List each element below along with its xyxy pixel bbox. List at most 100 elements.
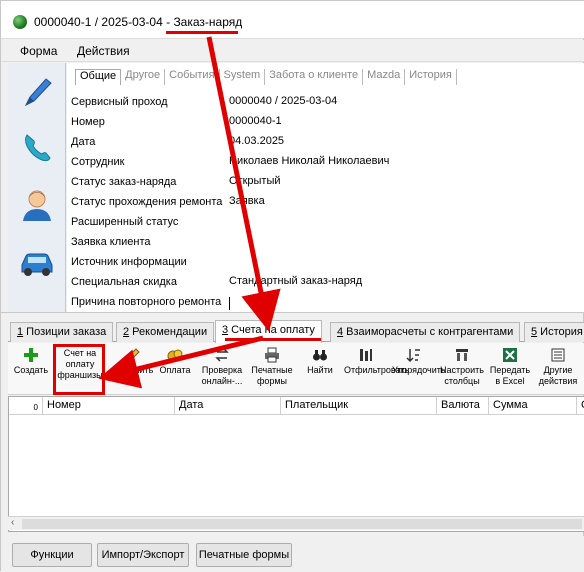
horizontal-scrollbar[interactable]: ‹ — [8, 516, 584, 530]
prop-value[interactable]: 0000040 / 2025-03-04 — [229, 95, 337, 107]
prop-label: Причина повторного ремонта — [71, 296, 222, 308]
tab-label: Рекомендации — [129, 326, 208, 338]
app-status-icon — [13, 15, 27, 29]
prop-value[interactable]: 0000040-1 — [229, 115, 282, 127]
grid-header[interactable]: Валюта — [437, 397, 489, 415]
scroll-left-arrow[interactable]: ‹ — [11, 517, 14, 528]
sort-icon — [406, 349, 420, 363]
export-excel-label: Передать в Excel — [489, 365, 531, 386]
tab-system[interactable]: System — [220, 69, 266, 85]
prop-label: Расширенный статус — [71, 216, 179, 228]
prop-value-input[interactable] — [229, 297, 230, 310]
columns-icon — [456, 349, 468, 361]
title-bar: 0000040-1 / 2025-03-04 - Заказ-наряд — [1, 1, 584, 39]
prop-label: Номер — [71, 116, 105, 128]
pen-icon[interactable] — [18, 73, 56, 111]
find-label: Найти — [307, 365, 333, 375]
printer-icon — [265, 347, 279, 363]
menu-bar: Форма Действия — [1, 40, 584, 62]
car-icon[interactable] — [18, 243, 56, 281]
grid-header[interactable]: Номер — [43, 397, 175, 415]
tab-order-items[interactable]: 1 Позиции заказа — [10, 322, 114, 342]
prop-row: Источник информации — [71, 253, 584, 273]
other-actions-label: Другие действия — [538, 365, 578, 386]
prop-label: Заявка клиента — [71, 236, 151, 248]
coins-icon — [167, 349, 183, 362]
other-actions-button[interactable]: Другие действия — [536, 343, 580, 393]
invoices-grid[interactable]: 0 Номер Дата Плательщик Валюта Сумма С — [8, 396, 584, 532]
check-online-button[interactable]: Проверка онлайн-... — [198, 343, 246, 393]
filter-icon — [360, 349, 372, 361]
prop-label: Сотрудник — [71, 156, 125, 168]
check-online-label: Проверка онлайн-... — [201, 365, 243, 386]
window: 0000040-1 / 2025-03-04 - Заказ-наряд Фор… — [0, 0, 584, 572]
create-button[interactable]: Создать — [10, 343, 52, 393]
tab-events[interactable]: События — [165, 69, 220, 85]
tab-settlements[interactable]: 4 Взаиморасчеты с контрагентами — [330, 322, 521, 342]
tab-label: Взаиморасчеты с контрагентами — [343, 326, 514, 338]
prop-row: Статус заказ-наряда Открытый — [71, 173, 584, 193]
list-icon — [551, 348, 565, 362]
edit-label: Изменить — [112, 365, 154, 375]
sort-button[interactable]: Упорядочить — [392, 343, 446, 393]
filter-button[interactable]: Отфильтровать — [344, 343, 409, 393]
prop-value[interactable]: Заявка — [229, 195, 265, 207]
menu-actions[interactable]: Действия — [77, 44, 130, 58]
print-forms-bottom-button[interactable]: Печатные формы — [196, 543, 292, 567]
configure-columns-button[interactable]: Настроить столбцы — [440, 343, 484, 393]
edit-button[interactable]: Изменить — [112, 343, 154, 393]
properties-tabs: Общие Другое События System Забота о кли… — [75, 69, 457, 85]
prop-value[interactable]: Николаев Николай Николаевич — [229, 155, 389, 167]
person-icon[interactable] — [18, 186, 56, 224]
tab-highlight-underline — [225, 338, 321, 341]
grid-header[interactable]: С — [577, 397, 584, 415]
payment-button[interactable]: Оплата — [156, 343, 194, 393]
sort-label: Упорядочить — [392, 365, 446, 375]
tab-recommendations[interactable]: 2 Рекомендации — [116, 322, 215, 342]
prop-row: Номер 0000040-1 — [71, 113, 584, 133]
title-kind: Заказ-наряд — [173, 15, 243, 29]
prop-row: Расширенный статус — [71, 213, 584, 233]
grid-header[interactable]: Сумма — [489, 397, 577, 415]
grid-row-indicator: 0 — [9, 397, 43, 415]
tab-label: Счета на оплату — [228, 324, 315, 336]
prop-value[interactable]: Открытый — [229, 175, 281, 187]
grid-header[interactable]: Дата — [175, 397, 281, 415]
prop-value[interactable]: Стандартный заказ-наряд — [229, 275, 362, 287]
prop-row: Специальная скидка Стандартный заказ-наря… — [71, 273, 584, 293]
title-number: 0000040-1 / 2025-03-04 - — [34, 15, 174, 29]
functions-button[interactable]: Функции — [12, 543, 92, 567]
export-excel-button[interactable]: Передать в Excel — [488, 343, 532, 393]
payment-label: Оплата — [159, 365, 191, 375]
prop-label: Статус прохождения ремонта — [71, 196, 223, 208]
prop-row: Дата 04.03.2025 — [71, 133, 584, 153]
properties-panel: Общие Другое События System Забота о кли… — [67, 63, 584, 313]
prop-row: Заявка клиента — [71, 233, 584, 253]
scroll-thumb[interactable] — [22, 519, 582, 529]
prop-row: Статус прохождения ремонта Заявка — [71, 193, 584, 213]
find-button[interactable]: Найти — [300, 343, 340, 393]
tab-history[interactable]: История — [405, 69, 457, 85]
left-icon-rail — [8, 63, 66, 313]
tab-label: История з — [540, 326, 584, 338]
divider — [1, 312, 584, 313]
excel-icon — [503, 348, 517, 362]
phone-icon[interactable] — [18, 129, 56, 167]
tab-general[interactable]: Общие — [75, 69, 122, 85]
import-export-button[interactable]: Импорт/Экспорт — [97, 543, 189, 567]
prop-label: Источник информации — [71, 256, 187, 268]
menu-form[interactable]: Форма — [20, 44, 57, 58]
tab-mazda[interactable]: Mazda — [363, 69, 406, 85]
tab-history-z[interactable]: 5 История з — [524, 322, 584, 342]
prop-value[interactable]: 04.03.2025 — [229, 135, 284, 147]
tab-label: Позиции заказа — [23, 326, 107, 338]
prop-label: Статус заказ-наряда — [71, 176, 177, 188]
grid-header[interactable]: Плательщик — [281, 397, 437, 415]
create-label: Создать — [13, 365, 49, 375]
tab-customer-care[interactable]: Забота о клиенте — [265, 69, 364, 85]
print-forms-button[interactable]: Печатные формы — [250, 343, 294, 393]
prop-row: Сотрудник Николаев Николай Николаевич — [71, 153, 584, 173]
prop-label: Специальная скидка — [71, 276, 177, 288]
pencil-icon — [126, 348, 140, 362]
tab-other[interactable]: Другое — [121, 69, 166, 85]
